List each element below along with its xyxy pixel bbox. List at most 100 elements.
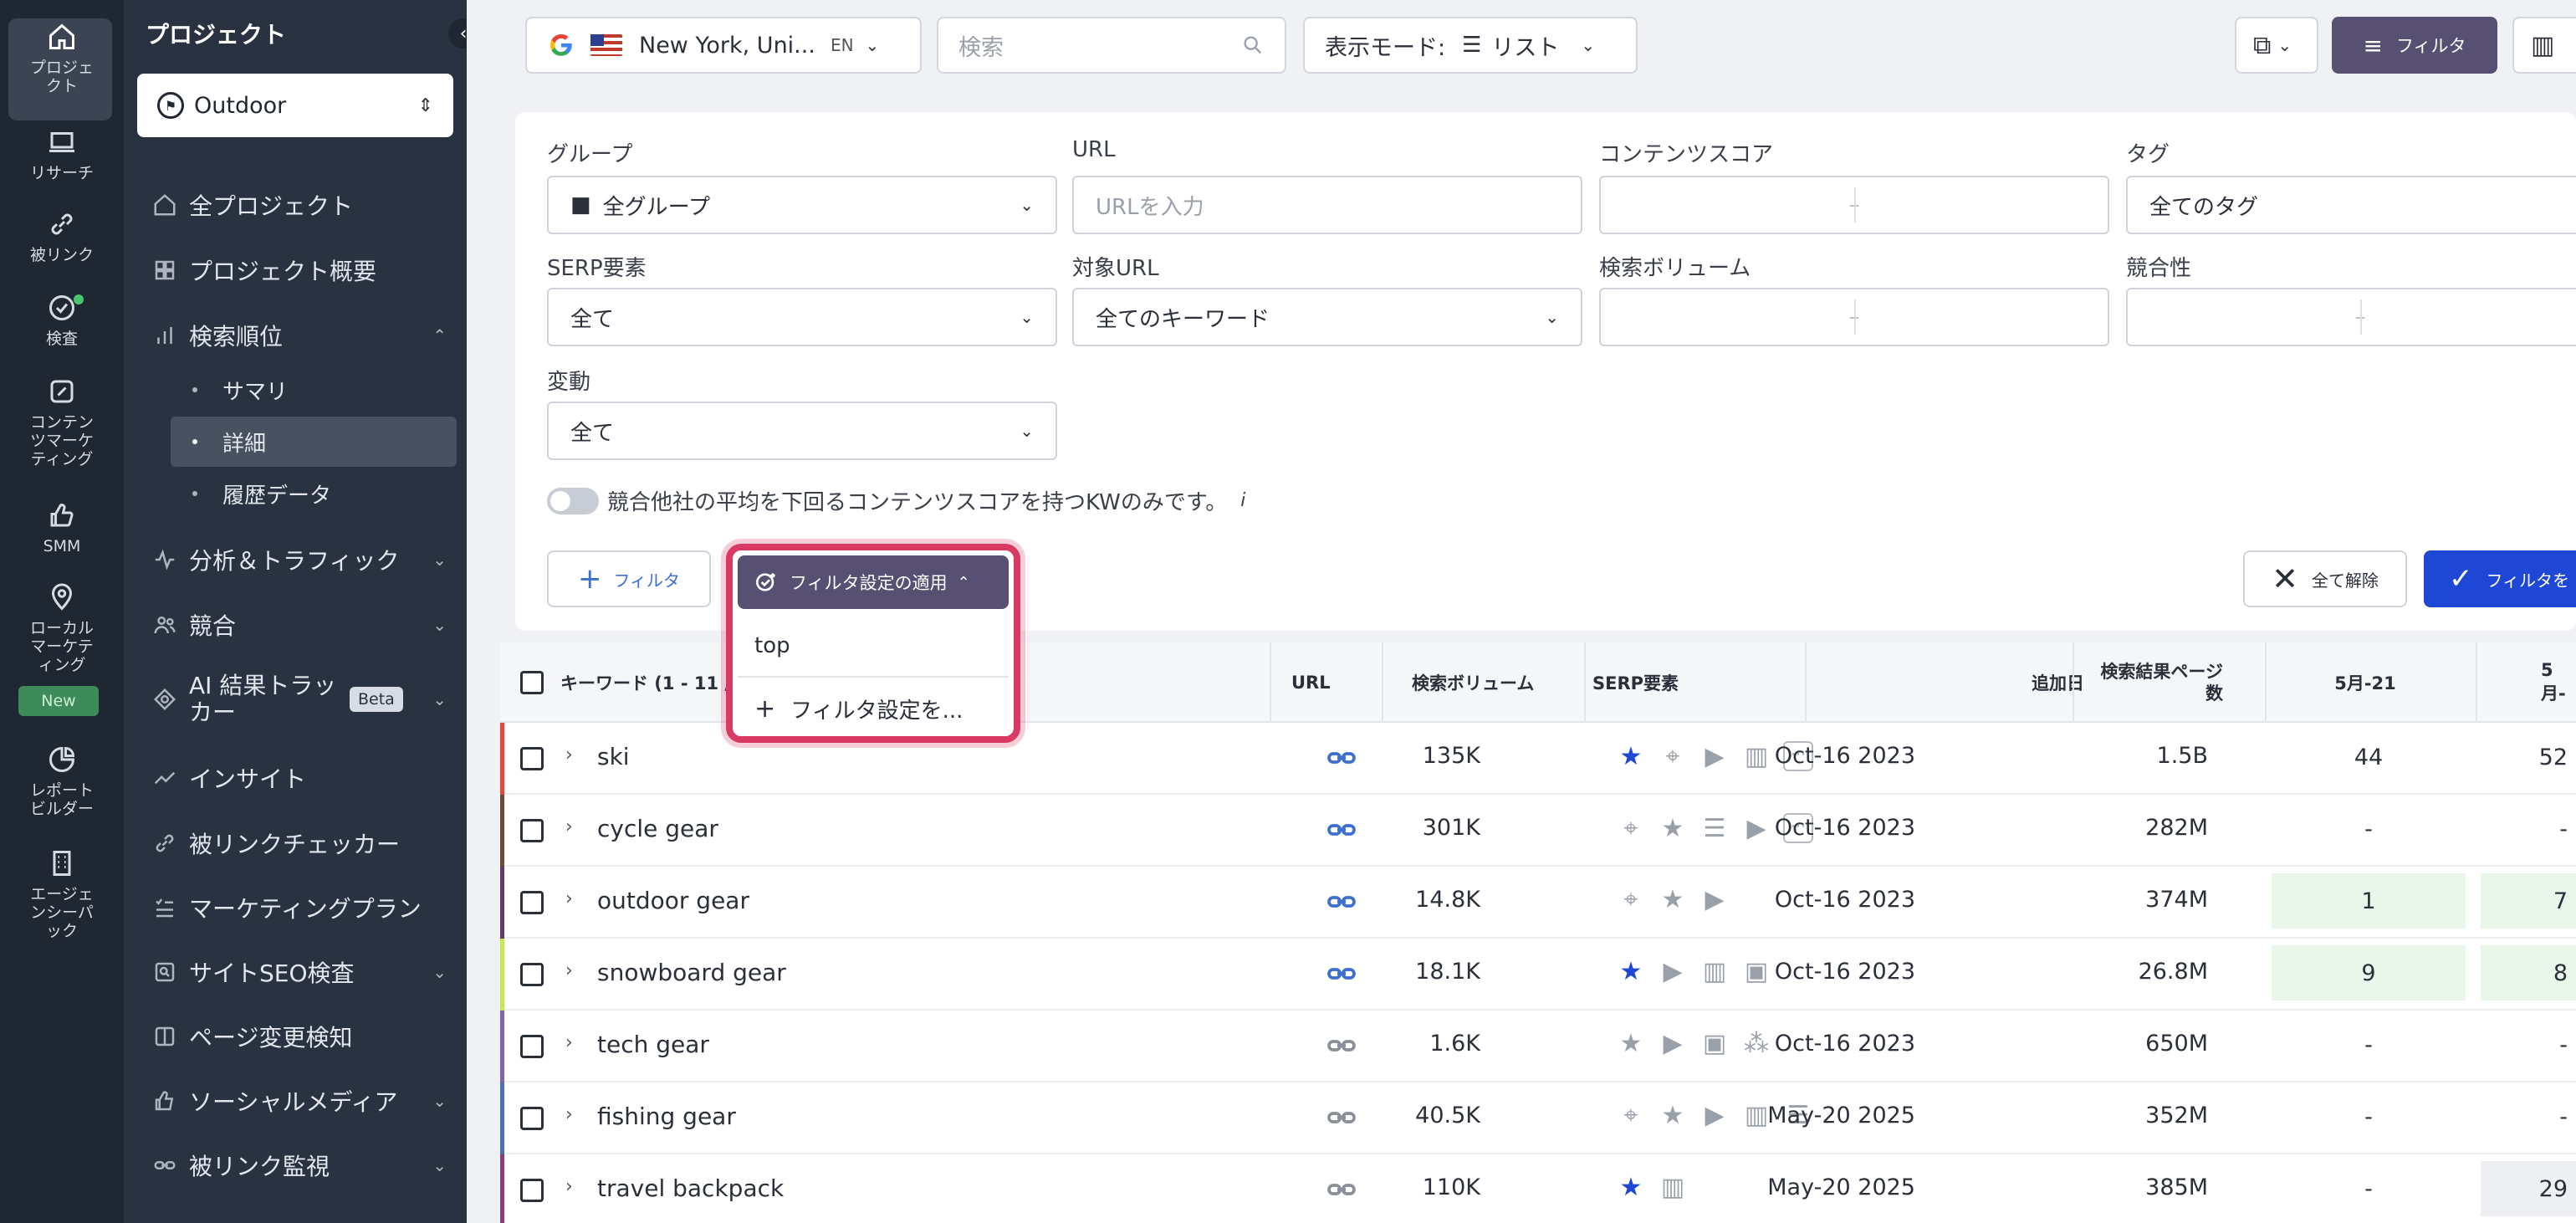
row-checkbox[interactable] [520, 891, 544, 914]
content-score-range[interactable]: – [1599, 176, 2109, 234]
info-icon[interactable]: i [1240, 490, 1245, 511]
nav-ai-tracker[interactable]: AI 結果トラッカー Beta ⌄ [152, 673, 453, 726]
header-added[interactable]: 追加日 [1955, 642, 2084, 723]
row-checkbox[interactable] [520, 1035, 544, 1058]
expand-chevron-icon[interactable]: › [565, 1032, 573, 1053]
header-serp[interactable]: SERP要素 [1592, 642, 1679, 723]
rail-projects[interactable]: プロジェクト [0, 18, 124, 120]
keyword-cell[interactable]: ski [597, 743, 630, 770]
nav-all-projects[interactable]: 全プロジェクト [152, 180, 453, 230]
columns-button[interactable]: ▥ [2512, 17, 2576, 74]
apply-filter-button[interactable]: ✓ フィルタを [2424, 550, 2576, 607]
competition-range[interactable]: – [2126, 288, 2576, 346]
table-row[interactable]: › snowboard gear 18.1K ★ ▶ ▥ ▣ Oct-16 2023 26.8M… [500, 939, 2576, 1011]
nav-sub-summary[interactable]: サマリ [171, 365, 457, 415]
nav-sub-details[interactable]: 詳細 [171, 417, 457, 467]
nav-page-changes[interactable]: ページ変更検知 [152, 1011, 453, 1062]
header-date-label: 5月-21 [2334, 673, 2396, 693]
added-date-cell: Oct-16 2023 [1774, 743, 1915, 769]
rail-backlinks[interactable]: 被リンク [0, 209, 124, 264]
group-select[interactable]: ■ 全グループ ⌄ [547, 176, 1057, 234]
pages-cell: 650M [2145, 1031, 2208, 1057]
saved-filter-option[interactable]: top [738, 616, 1009, 678]
expand-chevron-icon[interactable]: › [565, 745, 573, 765]
table-row[interactable]: › tech gear 1.6K ★ ▶ ▣ ⁂ Oct-16 2023 650M - - [500, 1011, 2576, 1082]
saved-filter-dropdown: フィルタ設定の適用 ⌃ top + フィルタ設定を... [726, 544, 1020, 743]
table-row[interactable]: › fishing gear 40.5K ⌖ ★ ▶ ▥ ☰ May-20 2025 352M - - [500, 1082, 2576, 1154]
keyword-cell[interactable]: travel backpack [597, 1174, 784, 1202]
header-date-1[interactable]: 5月-21 [2273, 642, 2457, 723]
keyword-cell[interactable]: outdoor gear [597, 887, 749, 914]
location-select[interactable]: New York, Uni... EN ⌄ [525, 17, 922, 74]
clear-all-button[interactable]: ✕ 全て解除 [2243, 550, 2407, 607]
dropdown-head-label: フィルタ設定の適用 [790, 573, 948, 593]
table-row[interactable]: › cycle gear 301K ⌖ ★ ☰ ▶ ⋯ Oct-16 2023 282M - - [500, 795, 2576, 867]
nav-social-media[interactable]: ソーシャルメディア ⌄ [152, 1076, 453, 1126]
tag-select[interactable]: 全てのタグ [2126, 176, 2576, 234]
rank-cell: - [2559, 816, 2568, 842]
copy-menu-button[interactable]: ⧉ ⌄ [2235, 17, 2318, 74]
search-input[interactable]: 検索 [937, 17, 1286, 74]
url-input[interactable]: URLを入力 [1072, 176, 1582, 234]
nav-backlink-checker[interactable]: 被リンクチェッカー [152, 818, 453, 868]
add-filter-button[interactable]: + フィルタ [547, 550, 711, 607]
nav-analytics-traffic[interactable]: 分析＆トラフィック ⌄ [152, 535, 453, 585]
row-checkbox[interactable] [520, 1179, 544, 1202]
serp-value: 全て [570, 306, 615, 332]
nav-marketing-plan[interactable]: マーケティングプラン [152, 883, 453, 933]
row-checkbox[interactable] [520, 819, 544, 842]
keyword-cell[interactable]: fishing gear [597, 1103, 736, 1130]
project-select[interactable]: ⚑ Outdoor ⇕ [137, 74, 453, 137]
expand-chevron-icon[interactable]: › [565, 816, 573, 837]
expand-chevron-icon[interactable]: › [565, 1104, 573, 1125]
table-row[interactable]: › travel backpack 110K ★ ▥ May-20 2025 385M - 29 [500, 1154, 2576, 1223]
rail-report-builder[interactable]: レポートビルダー [0, 745, 124, 818]
book-icon [155, 1026, 175, 1046]
row-checkbox[interactable] [520, 747, 544, 770]
apply-saved-filter-button[interactable]: フィルタ設定の適用 ⌃ [738, 555, 1009, 609]
view-mode-value: リスト [1491, 34, 1560, 61]
row-checkbox[interactable] [520, 1107, 544, 1130]
rail-smm[interactable]: SMM [0, 500, 124, 555]
nav-site-audit[interactable]: サイトSEO検査 ⌄ [152, 947, 453, 997]
volume-cell: 40.5K [1415, 1103, 1480, 1128]
pages-cell: 374M [2145, 887, 2208, 913]
serp-select[interactable]: 全て ⌄ [547, 288, 1057, 346]
rank-cell: - [2364, 1175, 2373, 1202]
keyword-cell[interactable]: cycle gear [597, 815, 718, 842]
group-value: 全グループ [602, 194, 711, 220]
expand-chevron-icon[interactable]: › [565, 1176, 573, 1197]
nav-competitors[interactable]: 競合 ⌄ [152, 600, 453, 650]
target-url-select[interactable]: 全てのキーワード ⌄ [1072, 288, 1582, 346]
view-mode-select[interactable]: 表示モード: ☰ リスト ⌄ [1303, 17, 1638, 74]
header-date-2[interactable]: 5月- [2541, 642, 2576, 723]
nav-backlink-monitor[interactable]: 被リンク監視 ⌄ [152, 1140, 453, 1190]
nav-insights[interactable]: インサイト [152, 753, 453, 803]
rail-local-marketing[interactable]: ローカルマーケティング [0, 582, 124, 674]
select-all-checkbox[interactable] [520, 642, 544, 723]
nav-sub-history[interactable]: 履歴データ [171, 468, 457, 519]
table-row[interactable]: › outdoor gear 14.8K ⌖ ★ ▶ Oct-16 2023 374M 1 7 [500, 867, 2576, 939]
content-score-toggle[interactable] [547, 487, 599, 514]
keyword-cell[interactable]: tech gear [597, 1031, 709, 1058]
rail-content-marketing[interactable]: コンテンツマーケティング [0, 376, 124, 468]
expand-chevron-icon[interactable]: › [565, 888, 573, 909]
expand-chevron-icon[interactable]: › [565, 960, 573, 981]
filter-toggle-button[interactable]: ≡ フィルタ [2332, 17, 2497, 74]
chevron-up-icon: ⌃ [957, 573, 970, 591]
nav-project-overview[interactable]: プロジェクト概要 [152, 245, 453, 295]
change-select[interactable]: 全て ⌄ [547, 402, 1057, 460]
rail-research[interactable]: リサーチ [0, 127, 124, 182]
rank-cell: 8 [2481, 945, 2576, 1000]
nav-rankings[interactable]: 検索順位 ⌃ [152, 310, 453, 361]
row-checkbox[interactable] [520, 963, 544, 986]
header-pages[interactable]: 検索結果ページ 数 [2089, 642, 2223, 723]
header-url[interactable]: URL [1291, 642, 1331, 723]
header-volume[interactable]: 検索ボリューム [1412, 642, 1534, 723]
keyword-cell[interactable]: snowboard gear [597, 959, 786, 986]
manage-filters-option[interactable]: + フィルタ設定を... [738, 678, 1009, 739]
edit-icon [50, 380, 74, 403]
volume-range[interactable]: – [1599, 288, 2109, 346]
rail-audit[interactable]: 検査 [0, 293, 124, 348]
rail-agency-pack[interactable]: エージェンシーパック [0, 848, 124, 940]
